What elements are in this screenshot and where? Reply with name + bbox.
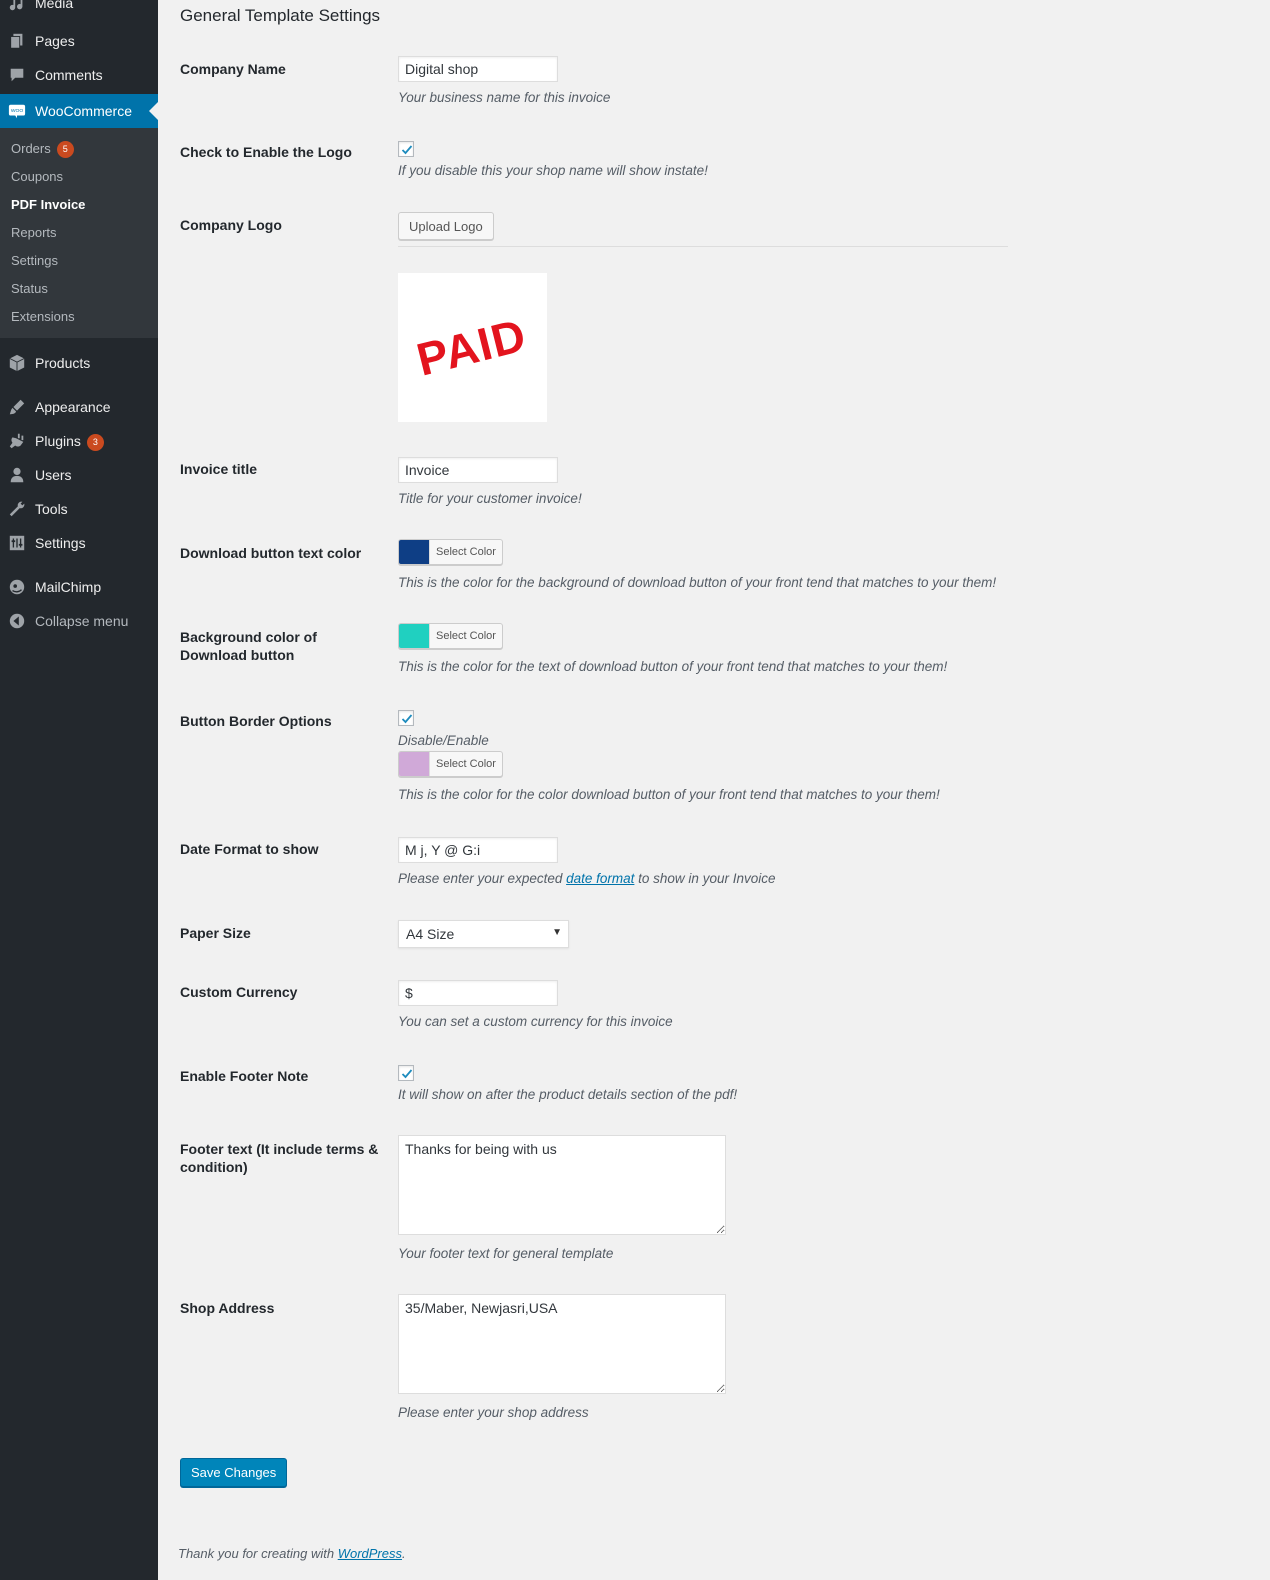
shop-address-label: Shop Address bbox=[180, 1300, 275, 1316]
submenu-item-extensions[interactable]: Extensions bbox=[11, 308, 75, 326]
media-icon bbox=[9, 0, 23, 11]
plugins-icon bbox=[9, 433, 24, 449]
footer-note-label: Enable Footer Note bbox=[180, 1068, 309, 1084]
company-name-input[interactable] bbox=[398, 56, 558, 82]
download-bg-color-picker[interactable]: Select Color bbox=[398, 623, 503, 649]
enable-logo-description: If you disable this your shop name will … bbox=[398, 163, 708, 178]
users-icon bbox=[10, 467, 24, 483]
settings-page: General Template Settings Company Name Y… bbox=[158, 0, 1270, 1580]
submenu-item-orders[interactable]: Orders 5 bbox=[11, 140, 74, 158]
enable-logo-label: Check to Enable the Logo bbox=[180, 144, 352, 160]
menu-item-users[interactable]: Users bbox=[0, 458, 158, 492]
custom-currency-description: You can set a custom currency for this i… bbox=[398, 1014, 673, 1029]
dropdown-arrow-icon: ▼ bbox=[552, 927, 562, 938]
custom-currency-input[interactable] bbox=[398, 980, 558, 1006]
menu-item-media[interactable]: Media bbox=[0, 0, 158, 20]
menu-item-plugins[interactable]: Plugins 3 bbox=[0, 424, 158, 458]
submenu-item-coupons[interactable]: Coupons bbox=[11, 168, 63, 186]
button-border-color-picker[interactable]: Select Color bbox=[398, 751, 503, 777]
mailchimp-icon bbox=[9, 579, 25, 595]
save-changes-button[interactable]: Save Changes bbox=[180, 1458, 288, 1487]
button-border-color-swatch bbox=[399, 752, 429, 776]
menu-item-products[interactable]: Products bbox=[0, 346, 158, 380]
download-bg-color-swatch bbox=[399, 624, 429, 648]
menu-item-settings[interactable]: Settings bbox=[0, 526, 158, 560]
download-bg-color-description: This is the color for the text of downlo… bbox=[398, 659, 948, 674]
logo-divider bbox=[398, 246, 1008, 247]
products-icon bbox=[9, 354, 25, 372]
download-text-color-description: This is the color for the background of … bbox=[398, 575, 997, 590]
date-format-link[interactable]: date format bbox=[566, 871, 634, 886]
submenu-item-pdf-invoice[interactable]: PDF Invoice bbox=[11, 196, 85, 214]
menu-item-tools[interactable]: Tools bbox=[0, 492, 158, 526]
shop-address-description: Please enter your shop address bbox=[398, 1405, 589, 1420]
paper-size-label: Paper Size bbox=[180, 925, 251, 941]
svg-text:WOO: WOO bbox=[11, 108, 24, 114]
appearance-icon bbox=[9, 399, 25, 415]
button-border-toggle-label: Disable/Enable bbox=[398, 733, 489, 748]
company-name-label: Company Name bbox=[180, 61, 286, 77]
menu-item-comments[interactable]: Comments bbox=[0, 58, 158, 92]
paper-size-select[interactable]: A4 Size ▼ bbox=[398, 920, 569, 948]
shop-address-textarea[interactable]: 35/Maber, Newjasri,USA bbox=[398, 1294, 726, 1394]
button-border-checkbox[interactable] bbox=[398, 710, 414, 726]
download-text-color-swatch bbox=[399, 540, 429, 564]
footer-text-textarea[interactable]: Thanks for being with us bbox=[398, 1135, 726, 1235]
collapse-menu-button[interactable]: Collapse menu bbox=[0, 604, 158, 638]
date-format-description: Please enter your expected date format t… bbox=[398, 871, 776, 886]
svg-text:PAID: PAID bbox=[412, 308, 532, 385]
footer-note-description: It will show on after the product detail… bbox=[398, 1087, 738, 1102]
invoice-title-description: Title for your customer invoice! bbox=[398, 491, 582, 506]
submenu-item-status[interactable]: Status bbox=[11, 280, 48, 298]
checkmark-icon bbox=[401, 1069, 413, 1079]
menu-item-woocommerce[interactable]: WOO WooCommerce bbox=[0, 94, 158, 128]
footer-text-label: Footer text (It include terms & conditio… bbox=[180, 1141, 379, 1175]
wordpress-link[interactable]: WordPress bbox=[338, 1546, 402, 1561]
enable-logo-checkbox[interactable] bbox=[398, 141, 414, 157]
button-border-description: This is the color for the color download… bbox=[398, 787, 940, 802]
menu-item-appearance[interactable]: Appearance bbox=[0, 390, 158, 424]
date-format-label: Date Format to show bbox=[180, 841, 319, 857]
checkmark-icon bbox=[401, 145, 413, 155]
download-text-color-picker[interactable]: Select Color bbox=[398, 539, 503, 565]
current-menu-arrow bbox=[149, 102, 158, 120]
company-logo-preview: PAID bbox=[398, 273, 547, 422]
download-bg-color-label: Background color of Download button bbox=[180, 629, 317, 663]
button-border-label: Button Border Options bbox=[180, 713, 332, 729]
footer-note-checkbox[interactable] bbox=[398, 1065, 414, 1081]
section-title: General Template Settings bbox=[180, 6, 381, 25]
company-name-description: Your business name for this invoice bbox=[398, 90, 611, 105]
admin-footer: Thank you for creating with WordPress. bbox=[178, 1546, 406, 1561]
custom-currency-label: Custom Currency bbox=[180, 984, 298, 1000]
company-logo-label: Company Logo bbox=[180, 217, 282, 233]
menu-item-mailchimp[interactable]: MailChimp bbox=[0, 570, 158, 604]
invoice-title-input[interactable] bbox=[398, 457, 558, 483]
download-text-color-label: Download button text color bbox=[180, 545, 362, 561]
pages-icon bbox=[10, 33, 23, 49]
plugins-update-badge: 3 bbox=[86, 434, 104, 451]
date-format-input[interactable] bbox=[398, 837, 558, 863]
admin-sidebar: Media Pages Comments WOO WooCommerce Ord… bbox=[0, 0, 158, 1580]
settings-icon bbox=[9, 535, 25, 551]
paid-stamp-logo: PAID bbox=[412, 308, 532, 385]
upload-logo-button[interactable]: Upload Logo bbox=[398, 212, 494, 240]
checkmark-icon bbox=[401, 714, 413, 724]
woo-icon: WOO bbox=[8, 104, 26, 119]
invoice-title-label: Invoice title bbox=[180, 461, 258, 477]
menu-item-pages[interactable]: Pages bbox=[0, 24, 158, 58]
orders-count-badge: 5 bbox=[56, 141, 74, 158]
comments-icon bbox=[10, 68, 24, 82]
tools-icon bbox=[9, 501, 25, 517]
submenu-item-reports[interactable]: Reports bbox=[11, 224, 57, 242]
collapse-icon bbox=[9, 613, 25, 629]
footer-text-description: Your footer text for general template bbox=[398, 1246, 614, 1261]
submenu-item-settings[interactable]: Settings bbox=[11, 252, 58, 270]
woocommerce-submenu: Orders 5 Coupons PDF Invoice Reports Sett… bbox=[0, 128, 158, 338]
